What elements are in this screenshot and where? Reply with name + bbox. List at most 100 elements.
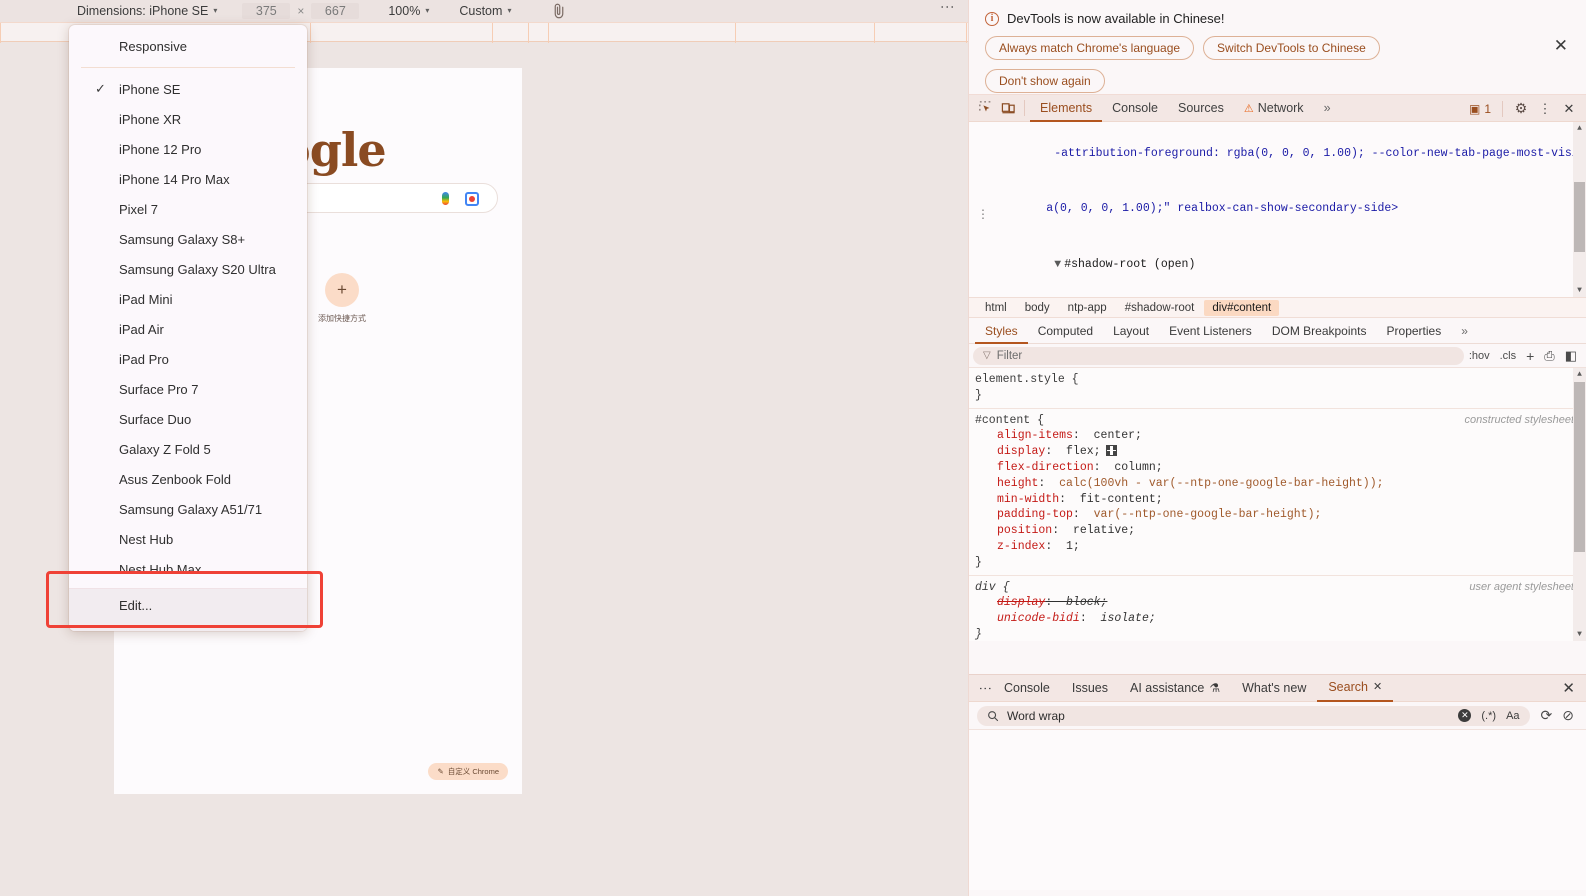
menu-item-galaxy-z-fold-5[interactable]: Galaxy Z Fold 5 <box>69 434 307 464</box>
menu-item-nest-hub[interactable]: Nest Hub <box>69 524 307 554</box>
match-case-toggle[interactable]: Aa <box>1506 710 1519 722</box>
css-prop-name[interactable]: unicode-bidi <box>997 612 1080 625</box>
css-prop-value[interactable]: column; <box>1114 461 1162 474</box>
menu-item-iphone-se[interactable]: ✓ iPhone SE <box>69 74 307 104</box>
scrollbar-thumb[interactable] <box>1574 382 1585 552</box>
drawer-tab-ai-assistance[interactable]: AI assistance ⚗ <box>1119 675 1231 702</box>
collapse-arrow-icon[interactable]: ▼ <box>1054 256 1064 275</box>
scroll-down-icon[interactable]: ▼ <box>1573 628 1586 641</box>
css-prop-value[interactable]: var(--ntp-one-google-bar-height); <box>1094 508 1322 521</box>
device-dimensions-dropdown[interactable]: Dimensions: iPhone SE ▾ <box>72 0 222 22</box>
css-prop-name[interactable]: z-index <box>997 540 1045 553</box>
css-rule-div-ua[interactable]: user agent stylesheet div { display: blo… <box>969 576 1586 641</box>
tab-properties[interactable]: Properties <box>1377 318 1452 344</box>
tab-layout[interactable]: Layout <box>1103 318 1159 344</box>
tab-elements[interactable]: Elements <box>1030 95 1103 122</box>
gear-icon[interactable]: ⚙ <box>1510 98 1532 120</box>
styles-filter-input[interactable]: ▽ Filter <box>973 346 1464 365</box>
flexbox-editor-icon[interactable] <box>1106 445 1118 457</box>
menu-item-iphone-xr[interactable]: iPhone XR <box>69 104 307 134</box>
drawer-tab-whats-new[interactable]: What's new <box>1231 675 1317 702</box>
styles-tab-overflow-button[interactable]: » <box>1451 318 1478 344</box>
css-declaration[interactable]: flex-direction: column; <box>975 460 1586 476</box>
css-prop-name[interactable]: position <box>997 524 1052 537</box>
close-icon[interactable]: ✕ <box>1558 98 1580 120</box>
dom-row-more-icon[interactable]: ⋮ <box>977 206 990 225</box>
drawer-tab-search[interactable]: Search ✕ <box>1317 674 1394 702</box>
close-icon[interactable]: ✕ <box>1554 36 1568 56</box>
devtools-kebab-menu-icon[interactable]: ⋮ <box>1534 98 1556 120</box>
menu-item-iphone-14-pro-max[interactable]: iPhone 14 Pro Max <box>69 164 307 194</box>
device-preset-menu[interactable]: Responsive ✓ iPhone SE iPhone XR iPhone … <box>46 25 323 631</box>
scroll-up-icon[interactable]: ▲ <box>1573 122 1586 135</box>
css-prop-name[interactable]: min-width <box>997 493 1059 506</box>
css-declaration[interactable]: display: flex; <box>975 444 1586 460</box>
toggle-element-classes-button[interactable]: .cls <box>1495 350 1522 362</box>
clear-results-icon[interactable]: ⊘ <box>1557 707 1579 724</box>
paperclip-icon[interactable] <box>550 2 568 20</box>
menu-item-responsive[interactable]: Responsive <box>69 31 307 61</box>
tab-console[interactable]: Console <box>1102 95 1168 122</box>
css-declaration[interactable]: align-items: center; <box>975 428 1586 444</box>
dom-tree-view[interactable]: -attribution-foreground: rgba(0, 0, 0, 1… <box>969 122 1586 297</box>
css-prop-name[interactable]: height <box>997 477 1038 490</box>
css-declaration[interactable]: display: block; <box>975 595 1586 611</box>
drawer-tab-issues[interactable]: Issues <box>1061 675 1119 702</box>
css-prop-name[interactable]: display <box>997 596 1045 609</box>
tab-event-listeners[interactable]: Event Listeners <box>1159 318 1262 344</box>
close-icon[interactable]: ✕ <box>1562 675 1575 702</box>
css-rule-content[interactable]: constructed stylesheet #content { align-… <box>969 409 1586 576</box>
search-input[interactable]: Word wrap ✕ (.*) Aa <box>977 705 1530 726</box>
menu-item-samsung-galaxy-a51-71[interactable]: Samsung Galaxy A51/71 <box>69 494 307 524</box>
menu-item-ipad-pro[interactable]: iPad Pro <box>69 344 307 374</box>
css-declaration[interactable]: height: calc(100vh - var(--ntp-one-googl… <box>975 476 1586 492</box>
css-prop-name[interactable]: padding-top <box>997 508 1073 521</box>
css-rules-pane[interactable]: element.style { } constructed stylesheet… <box>969 368 1586 641</box>
drawer-kebab-menu-icon[interactable]: ⋮ <box>977 682 993 695</box>
throttling-dropdown[interactable]: Custom ▾ <box>454 0 516 22</box>
tab-computed[interactable]: Computed <box>1028 318 1103 344</box>
google-lens-icon[interactable] <box>465 192 479 206</box>
device-toolbar-toggle-icon[interactable] <box>997 97 1019 119</box>
breadcrumb-item-div-content[interactable]: div#content <box>1204 299 1280 316</box>
css-prop-value[interactable]: flex; <box>1066 445 1101 458</box>
dom-tree-scrollbar[interactable]: ▲ ▼ <box>1573 122 1586 297</box>
scrollbar-thumb[interactable] <box>1574 182 1585 252</box>
menu-item-samsung-galaxy-s20-ultra[interactable]: Samsung Galaxy S20 Ultra <box>69 254 307 284</box>
css-prop-name[interactable]: flex-direction <box>997 461 1094 474</box>
tab-network[interactable]: ⚠ Network <box>1234 95 1314 122</box>
css-declaration[interactable]: position: relative; <box>975 523 1586 539</box>
css-prop-value[interactable]: block; <box>1066 596 1107 609</box>
tab-styles[interactable]: Styles <box>975 318 1028 344</box>
breadcrumb-item-html[interactable]: html <box>977 300 1015 316</box>
microphone-icon[interactable] <box>442 192 449 205</box>
close-icon[interactable]: ✕ <box>1373 674 1382 701</box>
customize-chrome-button[interactable]: ✎ 自定义 Chrome <box>428 763 508 780</box>
breadcrumb-item-shadow-root[interactable]: #shadow-root <box>1117 300 1203 316</box>
css-selector[interactable]: element.style { <box>975 372 1586 388</box>
computed-styles-print-icon[interactable]: ⎙ <box>1539 348 1559 364</box>
switch-devtools-to-chinese-button[interactable]: Switch DevTools to Chinese <box>1203 36 1380 60</box>
inspect-element-icon[interactable] <box>975 97 997 119</box>
menu-item-asus-zenbook-fold[interactable]: Asus Zenbook Fold <box>69 464 307 494</box>
regex-toggle[interactable]: (.*) <box>1481 710 1496 722</box>
menu-item-ipad-mini[interactable]: iPad Mini <box>69 284 307 314</box>
menu-item-samsung-galaxy-s8-plus[interactable]: Samsung Galaxy S8+ <box>69 224 307 254</box>
breadcrumb-item-ntp-app[interactable]: ntp-app <box>1060 300 1115 316</box>
always-match-language-button[interactable]: Always match Chrome's language <box>985 36 1195 60</box>
css-prop-value[interactable]: center; <box>1094 429 1142 442</box>
device-toolbar-more-button[interactable]: ⋮ <box>940 0 956 22</box>
zoom-dropdown[interactable]: 100% ▾ <box>383 0 434 22</box>
tab-sources[interactable]: Sources <box>1168 95 1234 122</box>
css-prop-name[interactable]: display <box>997 445 1045 458</box>
menu-item-nest-hub-max[interactable]: Nest Hub Max <box>69 554 307 584</box>
add-shortcut-tile[interactable]: + 添加快捷方式 <box>306 273 378 324</box>
css-declaration[interactable]: min-width: fit-content; <box>975 492 1586 508</box>
toggle-pseudo-states-button[interactable]: :hov <box>1464 350 1495 362</box>
tab-overflow-button[interactable]: » <box>1314 95 1341 122</box>
menu-item-edit[interactable]: Edit... <box>69 591 307 619</box>
css-prop-value[interactable]: calc(100vh - var(--ntp-one-google-bar-he… <box>1059 477 1383 490</box>
css-rule-element-style[interactable]: element.style { } <box>969 368 1586 409</box>
scroll-up-icon[interactable]: ▲ <box>1573 368 1586 381</box>
css-prop-value[interactable]: relative; <box>1073 524 1135 537</box>
